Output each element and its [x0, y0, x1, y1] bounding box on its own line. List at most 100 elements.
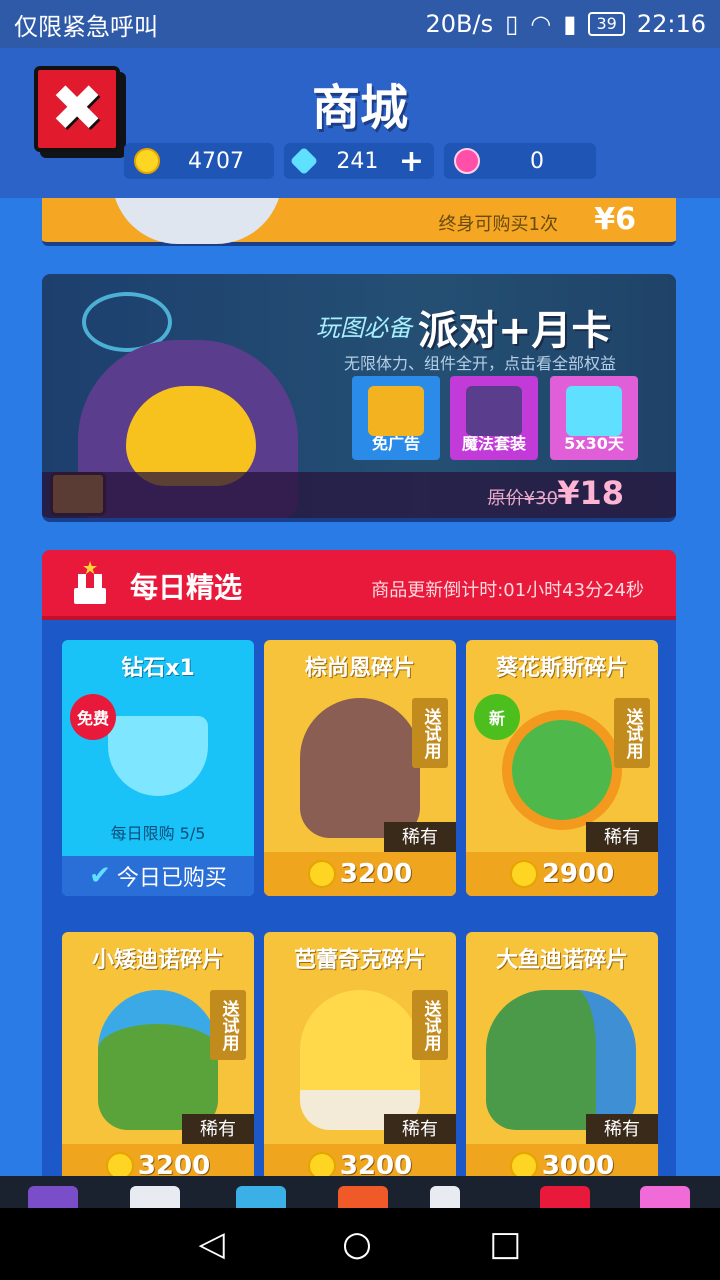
coin-icon	[307, 1152, 336, 1176]
home-icon[interactable]: ○	[342, 1224, 372, 1264]
refresh-countdown: 商品更新倒计时:01小时43分24秒	[371, 580, 644, 601]
page-title: 商城	[311, 80, 408, 136]
trial-tag: 送试用	[210, 990, 246, 1060]
shop-item-shard[interactable]: 大鱼迪诺碎片 稀有 3000	[466, 932, 658, 1176]
trial-tag: 送试用	[614, 698, 650, 768]
diamond-icon	[566, 386, 622, 436]
back-icon[interactable]: ◁	[199, 1224, 225, 1264]
tv-icon	[368, 386, 424, 436]
gold-balance: 4707	[124, 143, 274, 179]
token-icon	[454, 148, 480, 174]
diamond-icon	[289, 146, 319, 176]
recent-apps-icon[interactable]: □	[489, 1224, 521, 1264]
coin-icon	[509, 1152, 538, 1176]
lifetime-offer[interactable]: 终身可购买1次 ¥6	[42, 198, 676, 246]
character-art	[300, 698, 420, 838]
offer-art	[112, 198, 282, 244]
purchase-limit-note: 终身可购买1次	[438, 214, 558, 235]
shop-item-diamond[interactable]: 钻石x1 免费 每日限购 5/5 ✔ 今日已购买	[62, 640, 254, 896]
diamond-icon	[108, 716, 208, 796]
price-button[interactable]: 3200	[264, 1144, 456, 1176]
price-value: 3000	[541, 1151, 615, 1176]
sim-icon: ▮	[563, 10, 577, 38]
banner-script-title: 玩图必备	[316, 314, 412, 342]
price-button[interactable]: 3200	[62, 1144, 254, 1176]
sale-price[interactable]: ¥18	[557, 474, 624, 512]
rarity-tag: 稀有	[586, 1114, 658, 1146]
perk-magic-outfit: 魔法套装	[450, 376, 538, 460]
shop-content[interactable]: 终身可购买1次 ¥6 玩图必备 派对+月卡 无限体力、组件全开，点击看全部权益 …	[0, 198, 720, 1176]
vibrate-icon: ▯	[505, 10, 519, 38]
check-icon: ✔	[89, 861, 111, 891]
price-value: 3200	[137, 1151, 211, 1176]
character-art	[300, 990, 420, 1130]
banner-headline: 派对+月卡	[418, 308, 612, 354]
trial-tag: 送试用	[412, 698, 448, 768]
item-name: 小矮迪诺碎片	[91, 948, 224, 973]
coin-icon	[105, 1152, 134, 1176]
character-art	[502, 710, 622, 830]
coin-icon	[509, 860, 538, 888]
clock: 22:16	[636, 10, 706, 38]
shop-item-shard[interactable]: 小矮迪诺碎片 送试用 稀有 3200	[62, 932, 254, 1176]
price-value: 3200	[339, 1151, 413, 1176]
nav-tab[interactable]	[338, 1186, 388, 1208]
character-art	[98, 990, 218, 1130]
diamond-balance: 241 +	[284, 143, 434, 179]
nav-tab[interactable]	[28, 1186, 78, 1208]
network-speed: 20B/s	[425, 10, 494, 38]
carrier-text: 仅限紧急呼叫	[14, 12, 158, 41]
item-name: 芭蕾奇克碎片	[293, 948, 426, 973]
system-navigation-bar: ◁ ○ □	[0, 1208, 720, 1280]
offer-price[interactable]: ¥6	[594, 202, 636, 237]
item-name: 钻石x1	[121, 656, 195, 681]
nav-tab[interactable]	[640, 1186, 690, 1208]
banner-price-bar: 原价¥30 ¥18	[42, 472, 676, 518]
shop-icon: ★	[70, 558, 110, 604]
shop-item-shard[interactable]: 葵花斯斯碎片 新 送试用 稀有 2900	[466, 640, 658, 896]
shop-item-shard[interactable]: 芭蕾奇克碎片 送试用 稀有 3200	[264, 932, 456, 1176]
new-badge: 新	[474, 694, 520, 740]
game-bottom-nav	[0, 1176, 720, 1208]
character-art	[486, 990, 636, 1130]
coin-icon	[134, 148, 160, 174]
price-value: 3200	[339, 859, 413, 889]
party-monthly-card-banner[interactable]: 玩图必备 派对+月卡 无限体力、组件全开，点击看全部权益 免广告 魔法套装 5x…	[42, 274, 676, 522]
price-button[interactable]: 3200	[264, 852, 456, 896]
price-value: 2900	[541, 859, 615, 889]
shop-item-shard[interactable]: 棕尚恩碎片 送试用 稀有 3200	[264, 640, 456, 896]
outfit-icon	[466, 386, 522, 436]
nav-tab[interactable]	[130, 1186, 180, 1208]
nav-tab[interactable]	[430, 1186, 460, 1208]
free-badge: 免费	[70, 694, 116, 740]
diamond-value: 241	[336, 148, 379, 174]
purchased-label: 今日已购买	[116, 866, 227, 891]
price-button[interactable]: 2900	[466, 852, 658, 896]
token-value: 0	[530, 148, 544, 174]
add-diamonds-button[interactable]: +	[399, 144, 424, 179]
perk-diamonds: 5x30天	[550, 376, 638, 460]
purchased-status: ✔ 今日已购买	[62, 856, 254, 896]
item-name: 棕尚恩碎片	[304, 656, 415, 681]
nav-tab[interactable]	[236, 1186, 286, 1208]
item-name: 大鱼迪诺碎片	[495, 948, 628, 973]
rarity-tag: 稀有	[586, 822, 658, 854]
original-price: 原价¥30	[487, 488, 558, 509]
gold-value: 4707	[188, 148, 244, 174]
token-balance: 0	[444, 143, 596, 179]
daily-picks-section: ★ 每日精选 商品更新倒计时:01小时43分24秒 钻石x1 免费 每日限购 5…	[42, 550, 676, 1176]
status-bar: 仅限紧急呼叫 20B/s ▯ ◠ ▮ 39 22:16	[0, 0, 720, 48]
nav-tab[interactable]	[540, 1186, 590, 1208]
price-button[interactable]: 3000	[466, 1144, 658, 1176]
rarity-tag: 稀有	[384, 1114, 456, 1146]
item-name: 葵花斯斯碎片	[495, 656, 628, 681]
status-right: 20B/s ▯ ◠ ▮ 39 22:16	[425, 10, 706, 38]
shop-header: ✖ 商城 4707 241 + 0	[0, 48, 720, 198]
character-face-art	[126, 386, 256, 486]
battery-indicator: 39	[588, 12, 625, 36]
rarity-tag: 稀有	[384, 822, 456, 854]
rarity-tag: 稀有	[182, 1114, 254, 1146]
daily-picks-header: ★ 每日精选 商品更新倒计时:01小时43分24秒	[42, 550, 676, 620]
wifi-icon: ◠	[530, 10, 552, 38]
coin-icon	[307, 860, 336, 888]
